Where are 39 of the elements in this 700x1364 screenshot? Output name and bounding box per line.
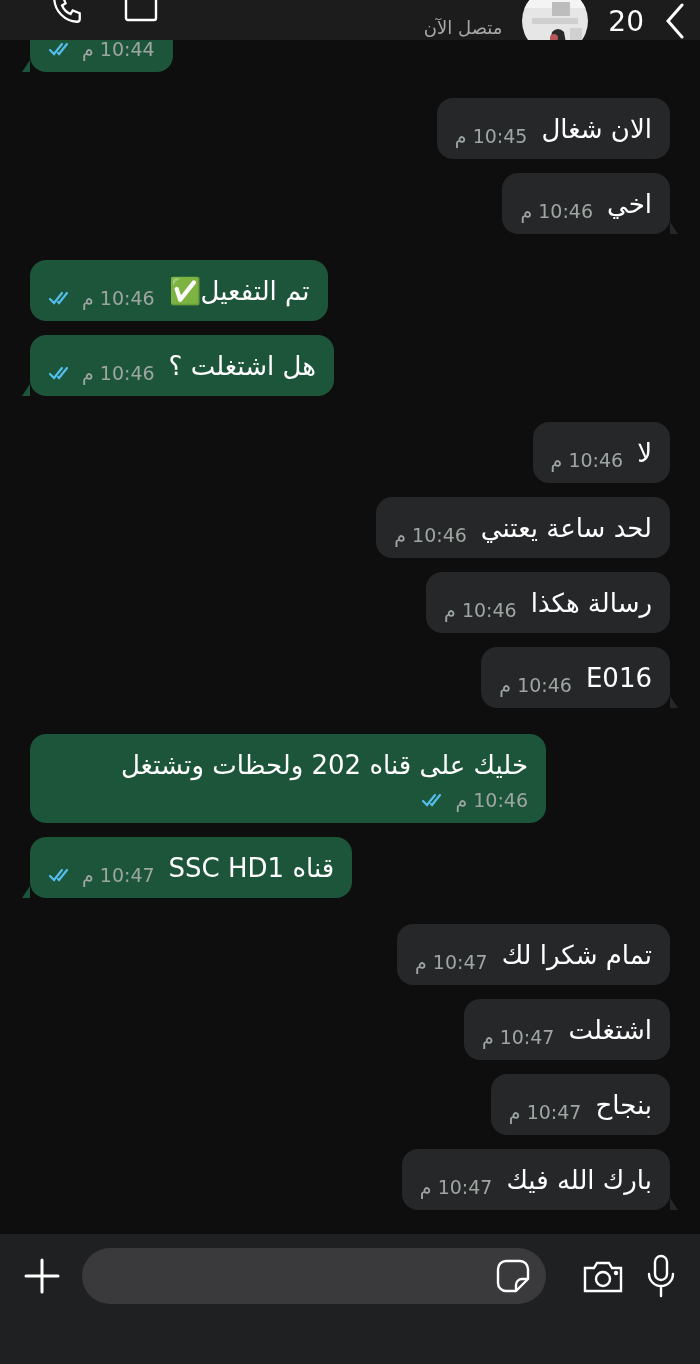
message-time: 10:46 م <box>550 449 624 471</box>
message-time: 10:46 م <box>499 674 572 696</box>
attach-button[interactable] <box>24 1258 60 1294</box>
microphone-icon[interactable] <box>646 1254 676 1298</box>
message-text: هل اشتغلت ؟ <box>168 350 316 383</box>
message-text: الان شغال <box>541 113 652 146</box>
message-input-field[interactable] <box>82 1248 546 1304</box>
message-text: بنجاح <box>595 1089 652 1122</box>
back-icon[interactable] <box>664 3 686 39</box>
message-time: 10:47 م <box>481 1026 555 1048</box>
sticker-icon[interactable] <box>496 1259 530 1293</box>
message-text: تمام شكرا لك <box>501 939 652 973</box>
message-text: قناه SSC HD1 <box>168 852 335 885</box>
camera-icon[interactable] <box>582 1260 624 1294</box>
message-time: 10:46 م <box>455 789 528 811</box>
message-time: 10:46 م <box>394 524 467 546</box>
message-text: اخي <box>607 188 652 221</box>
message-time: 10:44 م <box>82 40 155 60</box>
phone-icon[interactable] <box>50 0 84 26</box>
message-time: 10:47 م <box>82 864 155 886</box>
message-time: 10:46 م <box>82 362 155 384</box>
message-time: 10:45 م <box>454 125 528 147</box>
message-text: خليك على قناه 202 ولحظات وتشتغل <box>120 749 528 783</box>
message-text: بارك الله فيك <box>506 1164 652 1197</box>
message-time: 10:47 م <box>508 1101 582 1123</box>
message-text: اشتغلت <box>568 1014 652 1047</box>
message-time: 10:46 م <box>82 287 155 309</box>
message-time: 10:46 م <box>444 599 517 621</box>
message-time: 10:47 م <box>419 1176 493 1198</box>
contact-status: متصل الآن <box>423 16 503 38</box>
message-text: رسالة هكذا <box>530 587 652 620</box>
unread-count: 20 <box>608 4 644 38</box>
message-time: 10:46 م <box>520 200 594 222</box>
message-text: لحد ساعة يعتني <box>480 512 652 545</box>
message-time: 10:47 م <box>415 951 488 973</box>
video-icon[interactable] <box>124 0 158 24</box>
message-text: تم التفعيل✅ <box>168 275 310 309</box>
message-text: E016 <box>585 662 652 695</box>
message-text: لا <box>637 437 652 470</box>
